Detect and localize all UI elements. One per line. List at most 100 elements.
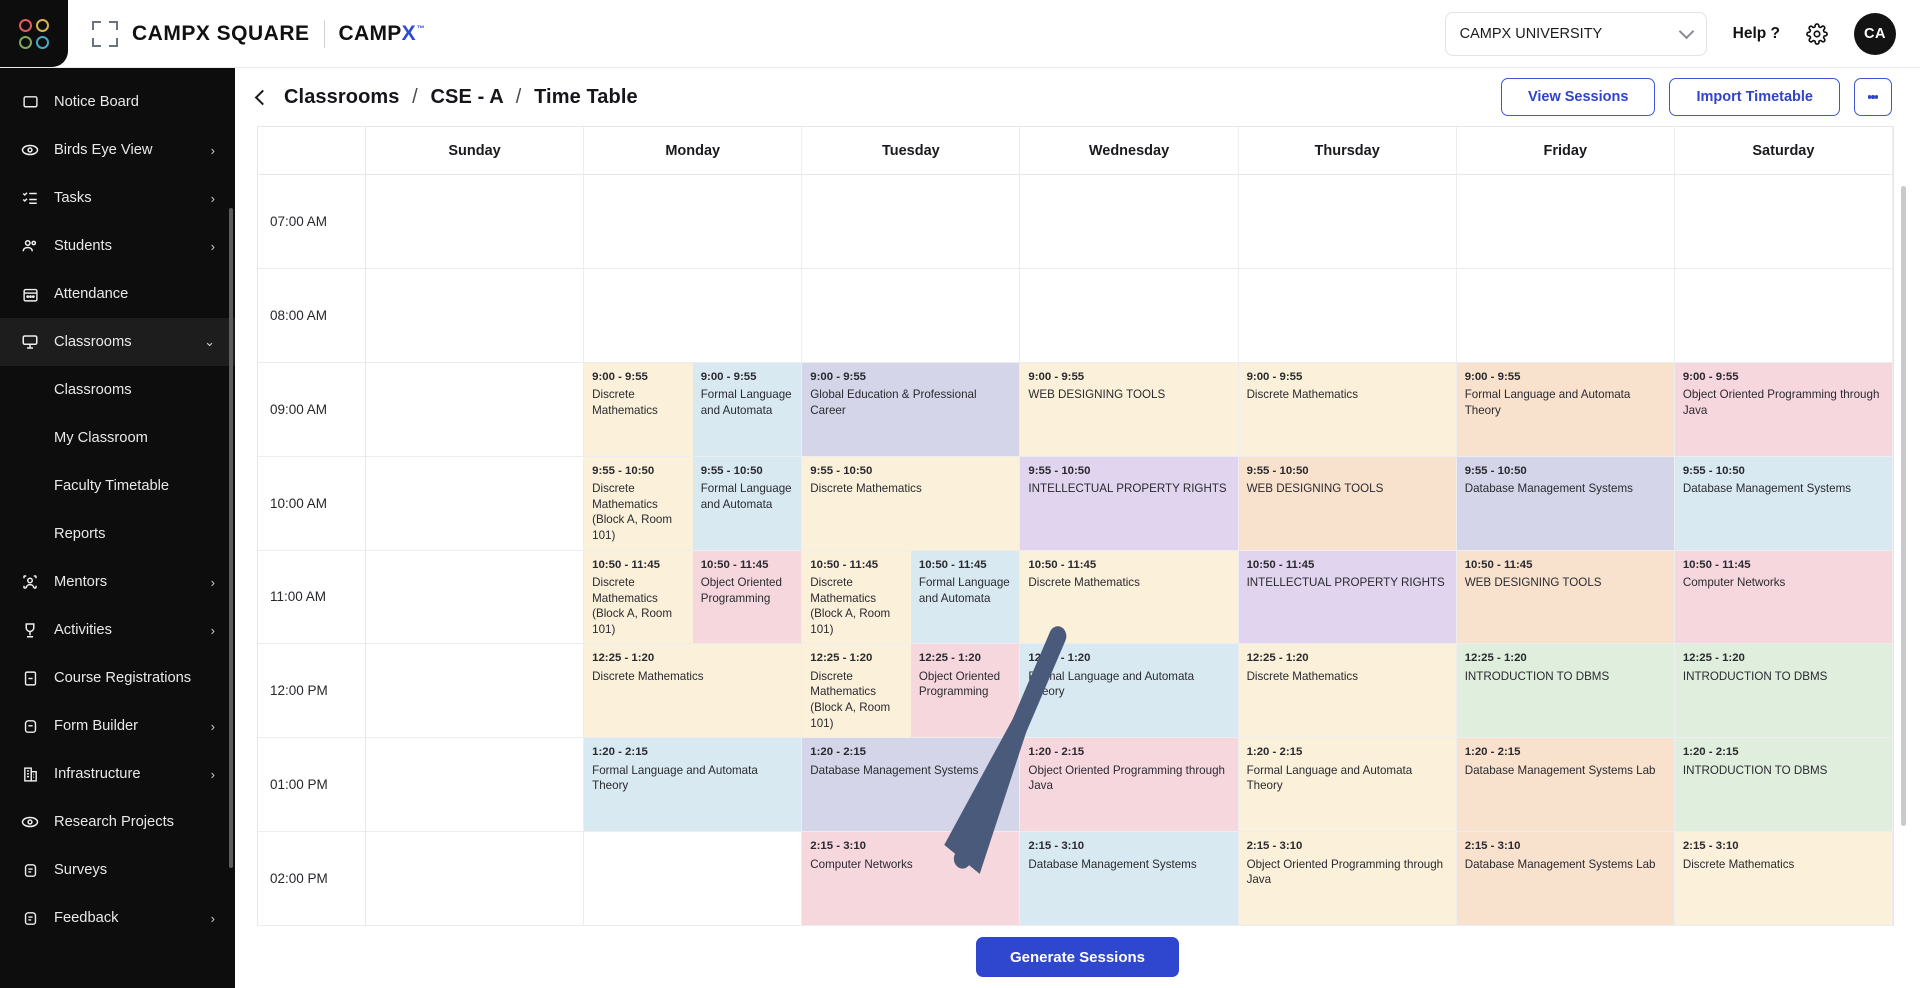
more-options-button[interactable]: [1854, 78, 1892, 116]
timetable-event[interactable]: 2:15 - 3:10 Computer Networks: [802, 832, 1020, 925]
sidebar-subitem-faculty-timetable[interactable]: Faculty Timetable: [0, 462, 235, 510]
timetable-cell[interactable]: 9:55 - 10:50 Discrete Mathematics (Block …: [584, 456, 803, 551]
sidebar-item-students[interactable]: Students ›: [0, 222, 235, 270]
timetable-cell[interactable]: 9:00 - 9:55 Discrete Mathematics 9:00 - 9:…: [584, 362, 803, 457]
timetable-event[interactable]: 9:00 - 9:55 Global Education & Profession…: [802, 362, 1020, 456]
sidebar-subitem-reports[interactable]: Reports: [0, 510, 235, 558]
timetable-cell[interactable]: [366, 456, 585, 551]
timetable-cell[interactable]: 10:50 - 11:45 Discrete Mathematics: [1020, 550, 1239, 645]
timetable-cell[interactable]: 12:25 - 1:20 INTRODUCTION TO DBMS: [1456, 644, 1675, 739]
timetable-cell[interactable]: 1:20 - 2:15 Formal Language and Automata …: [1238, 738, 1457, 833]
timetable-cell[interactable]: [1674, 175, 1893, 269]
sidebar-item-tasks[interactable]: Tasks ›: [0, 174, 235, 222]
timetable-cell[interactable]: 2:15 - 3:10 Object Oriented Programming t…: [1238, 832, 1457, 926]
timetable-cell[interactable]: [366, 550, 585, 645]
help-link[interactable]: Help ?: [1733, 25, 1780, 43]
timetable-cell[interactable]: [584, 832, 803, 926]
timetable-cell[interactable]: 12:25 - 1:20 Formal Language and Automata…: [1020, 644, 1239, 739]
timetable-cell[interactable]: [1456, 268, 1675, 363]
timetable-event[interactable]: 12:25 - 1:20 INTRODUCTION TO DBMS: [1674, 644, 1892, 738]
generate-sessions-button[interactable]: Generate Sessions: [975, 937, 1180, 977]
timetable-event[interactable]: 10:50 - 11:45 Object Oriented Programming: [692, 550, 802, 644]
timetable-event[interactable]: 12:25 - 1:20 INTRODUCTION TO DBMS: [1456, 644, 1674, 738]
timetable-event[interactable]: 9:55 - 10:50 Database Management Systems: [1674, 456, 1892, 550]
timetable-cell[interactable]: 12:25 - 1:20 Discrete Mathematics: [584, 644, 803, 739]
timetable-event[interactable]: 9:00 - 9:55 Discrete Mathematics: [1238, 362, 1456, 456]
sidebar-item-research-projects[interactable]: Research Projects: [0, 798, 235, 846]
app-logo[interactable]: [0, 0, 68, 67]
timetable-event[interactable]: 9:55 - 10:50 INTELLECTUAL PROPERTY RIGHTS: [1020, 456, 1238, 550]
timetable-cell[interactable]: 2:15 - 3:10 Computer Networks: [802, 832, 1021, 926]
breadcrumb-classrooms[interactable]: Classrooms: [284, 86, 400, 108]
timetable-cell[interactable]: [584, 268, 803, 363]
timetable-event[interactable]: 1:20 - 2:15 Database Management Systems L…: [1456, 738, 1674, 832]
timetable-event[interactable]: 12:25 - 1:20 Discrete Mathematics: [584, 644, 802, 738]
sidebar-subitem-my-classroom[interactable]: My Classroom: [0, 414, 235, 462]
timetable-event[interactable]: 10:50 - 11:45 Computer Networks: [1674, 550, 1892, 644]
timetable-cell[interactable]: 12:25 - 1:20 Discrete Mathematics (Block …: [802, 644, 1021, 739]
sidebar-item-surveys[interactable]: Surveys: [0, 846, 235, 894]
timetable-event[interactable]: 12:25 - 1:20 Object Oriented Programming: [910, 644, 1020, 738]
sidebar-item-mentors[interactable]: Mentors ›: [0, 558, 235, 606]
sidebar-item-form-builder[interactable]: Form Builder ›: [0, 702, 235, 750]
sidebar-item-course-registrations[interactable]: Course Registrations: [0, 654, 235, 702]
timetable-cell[interactable]: 12:25 - 1:20 Discrete Mathematics: [1238, 644, 1457, 739]
timetable-event[interactable]: 9:00 - 9:55 Formal Language and Automata …: [1456, 362, 1674, 456]
timetable-cell[interactable]: [1238, 175, 1457, 269]
timetable-cell[interactable]: 2:15 - 3:10 Database Management Systems: [1020, 832, 1239, 926]
timetable-cell[interactable]: 9:00 - 9:55 Object Oriented Programming t…: [1674, 362, 1893, 457]
timetable-cell[interactable]: [1456, 175, 1675, 269]
back-icon[interactable]: [254, 89, 271, 105]
timetable-event[interactable]: 10:50 - 11:45 Discrete Mathematics (Block…: [584, 550, 693, 644]
timetable-event[interactable]: 10:50 - 11:45 Formal Language and Automat…: [910, 550, 1020, 644]
timetable-cell[interactable]: [1674, 268, 1893, 363]
sidebar-item-notice-board[interactable]: Notice Board: [0, 78, 235, 126]
avatar[interactable]: CA: [1854, 12, 1896, 55]
timetable-cell[interactable]: [366, 362, 585, 457]
timetable-cell[interactable]: 1:20 - 2:15 Formal Language and Automata …: [584, 738, 803, 833]
sidebar-item-birds-eye-view[interactable]: Birds Eye View ›: [0, 126, 235, 174]
sidebar-item-infrastructure[interactable]: Infrastructure ›: [0, 750, 235, 798]
timetable-event[interactable]: 10:50 - 11:45 INTELLECTUAL PROPERTY RIGHT…: [1238, 550, 1456, 644]
timetable-cell[interactable]: [802, 175, 1021, 269]
timetable-cell[interactable]: 12:25 - 1:20 INTRODUCTION TO DBMS: [1674, 644, 1893, 739]
timetable-event[interactable]: 1:20 - 2:15 Formal Language and Automata …: [584, 738, 802, 832]
timetable-event[interactable]: 12:25 - 1:20 Discrete Mathematics (Block …: [802, 644, 911, 738]
timetable-event[interactable]: 12:25 - 1:20 Formal Language and Automata…: [1020, 644, 1238, 738]
breadcrumb-cse-a[interactable]: CSE - A: [431, 86, 504, 108]
timetable-event[interactable]: 9:55 - 10:50 Discrete Mathematics (Block …: [584, 456, 693, 550]
timetable-event[interactable]: 1:20 - 2:15 INTRODUCTION TO DBMS: [1674, 738, 1892, 832]
timetable-cell[interactable]: [366, 738, 585, 833]
timetable-event[interactable]: 9:00 - 9:55 Discrete Mathematics: [584, 362, 693, 456]
timetable-cell[interactable]: 9:55 - 10:50 Database Management Systems: [1674, 456, 1893, 551]
sidebar-subitem-classrooms[interactable]: Classrooms: [0, 366, 235, 414]
timetable-event[interactable]: 9:55 - 10:50 WEB DESIGNING TOOLS: [1238, 456, 1456, 550]
timetable-event[interactable]: 2:15 - 3:10 Database Management Systems: [1020, 832, 1238, 925]
timetable-cell[interactable]: [366, 832, 585, 926]
timetable-event[interactable]: 9:55 - 10:50 Discrete Mathematics: [802, 456, 1020, 550]
timetable-cell[interactable]: 1:20 - 2:15 Database Management Systems: [802, 738, 1021, 833]
timetable-cell[interactable]: [366, 268, 585, 363]
timetable-event[interactable]: 10:50 - 11:45 Discrete Mathematics: [1020, 550, 1238, 644]
timetable-cell[interactable]: 10:50 - 11:45 Discrete Mathematics (Block…: [802, 550, 1021, 645]
timetable-cell[interactable]: 9:55 - 10:50 WEB DESIGNING TOOLS: [1238, 456, 1457, 551]
organization-select[interactable]: CAMPX UNIVERSITY: [1444, 11, 1707, 56]
timetable-cell[interactable]: [366, 644, 585, 739]
timetable-cell[interactable]: [1020, 175, 1239, 269]
timetable-cell[interactable]: [366, 175, 585, 269]
sidebar-item-attendance[interactable]: Attendance: [0, 270, 235, 318]
timetable-event[interactable]: 2:15 - 3:10 Object Oriented Programming t…: [1238, 832, 1456, 925]
timetable-cell[interactable]: 9:00 - 9:55 Global Education & Profession…: [802, 362, 1021, 457]
calendar-scrollbar[interactable]: [1901, 186, 1906, 826]
import-timetable-button[interactable]: Import Timetable: [1669, 78, 1840, 116]
timetable-cell[interactable]: 2:15 - 3:10 Database Management Systems L…: [1456, 832, 1675, 926]
timetable-cell[interactable]: [584, 175, 803, 269]
sidebar-scrollbar[interactable]: [229, 208, 233, 868]
timetable-event[interactable]: 1:20 - 2:15 Object Oriented Programming t…: [1020, 738, 1238, 832]
timetable-event[interactable]: 9:00 - 9:55 WEB DESIGNING TOOLS: [1020, 362, 1238, 456]
timetable-cell[interactable]: 9:00 - 9:55 WEB DESIGNING TOOLS: [1020, 362, 1239, 457]
timetable-cell[interactable]: 1:20 - 2:15 Object Oriented Programming t…: [1020, 738, 1239, 833]
timetable-event[interactable]: 12:25 - 1:20 Discrete Mathematics: [1238, 644, 1456, 738]
timetable-event[interactable]: 10:50 - 11:45 Discrete Mathematics (Block…: [802, 550, 911, 644]
timetable-event[interactable]: 9:00 - 9:55 Object Oriented Programming t…: [1674, 362, 1892, 456]
